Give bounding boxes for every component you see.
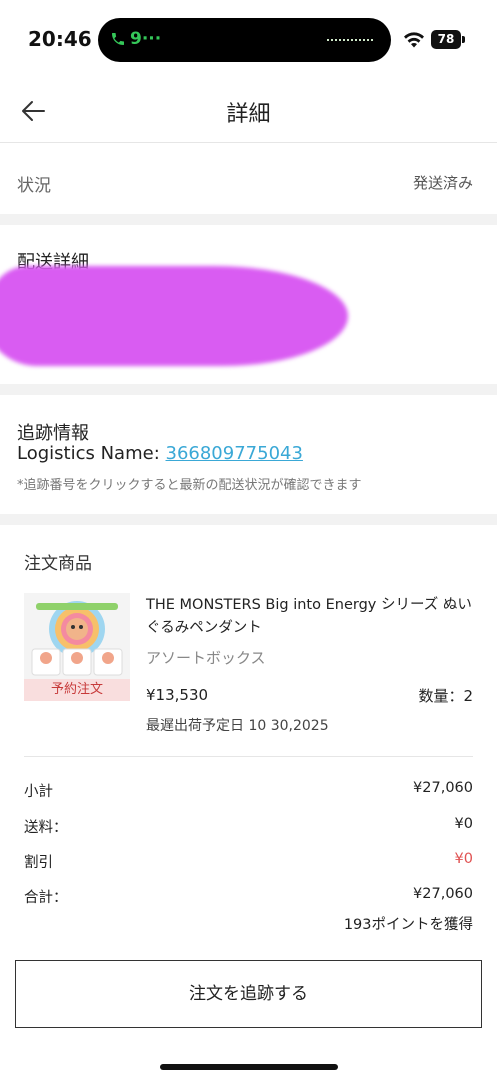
summary-divider [24,756,473,757]
call-indicator[interactable]: 9··· [110,29,161,49]
status-time: 20:46 [28,27,92,51]
wifi-icon [404,32,424,48]
page-title: 詳細 [226,102,271,127]
discount-value: ¥0 [454,851,473,867]
call-label: 9··· [130,29,162,49]
battery-cap [462,36,465,43]
phone-icon [112,33,124,45]
battery-icon: 78 [431,30,461,49]
redacted-address [0,266,348,366]
discount-label: 割引 [24,855,53,871]
order-items-title: 注文商品 [24,554,92,574]
section-gap [0,384,497,395]
nav-header: 詳細 [0,80,497,142]
audio-waveform-icon [327,39,375,41]
product-variant: アソートボックス [146,649,266,667]
section-gap [0,514,497,525]
header-divider [0,142,497,143]
dynamic-island[interactable]: 9··· [98,18,391,62]
tracking-number-link[interactable]: 366809775043 [166,443,303,464]
preorder-badge: 予約注文 [24,679,130,701]
shipping-fee-label: 送料： [24,820,68,836]
total-value: ¥27,060 [413,886,473,902]
subtotal-label: 小計 [24,784,53,800]
status-value: 発送済み [412,174,473,192]
home-indicator[interactable] [160,1064,338,1070]
track-order-button[interactable]: 注文を追跡する [15,960,482,1028]
status-label: 状況 [17,176,51,196]
latest-ship-date: 最遅出荷予定日 10 30,2025 [146,718,329,734]
product-price: ¥13,530 [146,686,209,704]
total-label: 合計： [24,890,68,906]
subtotal-value: ¥27,060 [413,780,473,796]
status-bar: 20:46 9··· 78 [0,0,497,80]
points-earned: 193ポイントを獲得 [343,917,473,933]
shipping-fee-value: ¥0 [454,816,473,832]
tracking-title: 追跡情報 [17,423,89,444]
product-name[interactable]: THE MONSTERS Big into Energy シリーズ ぬいぐるみペ… [146,594,476,640]
logistics-label: Logistics Name: [17,443,160,464]
section-gap [0,214,497,225]
logistics-line: Logistics Name: 366809775043 [17,443,303,464]
product-quantity: 数量：2 [418,687,473,705]
tracking-note: *追跡番号をクリックすると最新の配送状況が確認できます [17,478,362,493]
